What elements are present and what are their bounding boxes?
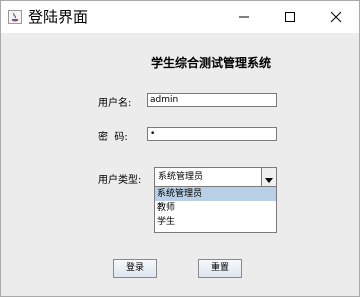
password-label: 密 码: [98,132,128,143]
maximize-icon [284,8,296,27]
maximize-button[interactable] [267,1,313,33]
dropdown-arrow-button[interactable] [261,168,276,186]
user-type-combobox[interactable]: 系统管理员 [154,167,277,187]
username-label: 用户名: [98,98,132,109]
user-type-dropdown-list: 系统管理员 教师 学生 [154,186,277,233]
title-bar[interactable]: 登陆界面 [1,1,359,33]
user-type-selected: 系统管理员 [158,172,204,182]
java-app-icon [8,9,22,24]
username-input[interactable]: admin [147,93,277,107]
login-form: 学生综合测试管理系统 用户名: admin 密 码: • 用户类型: 系统管理员… [1,33,359,296]
login-window: 登陆界面 学生综合测试管理系统 用户名: admin 密 码: • 用户类型: … [0,0,360,297]
minimize-icon [238,8,250,27]
close-button[interactable] [313,1,359,33]
user-type-label: 用户类型: [98,175,142,186]
minimize-button[interactable] [221,1,267,33]
password-input[interactable]: • [147,127,277,141]
user-type-option-admin[interactable]: 系统管理员 [155,187,276,201]
login-button[interactable]: 登录 [113,259,157,278]
user-type-option-student[interactable]: 学生 [155,215,276,229]
reset-button[interactable]: 重置 [198,259,242,278]
system-title: 学生综合测试管理系统 [151,56,272,70]
chevron-down-icon [265,168,273,187]
window-title: 登陆界面 [28,8,89,26]
close-icon [330,8,342,27]
user-type-option-teacher[interactable]: 教师 [155,201,276,215]
